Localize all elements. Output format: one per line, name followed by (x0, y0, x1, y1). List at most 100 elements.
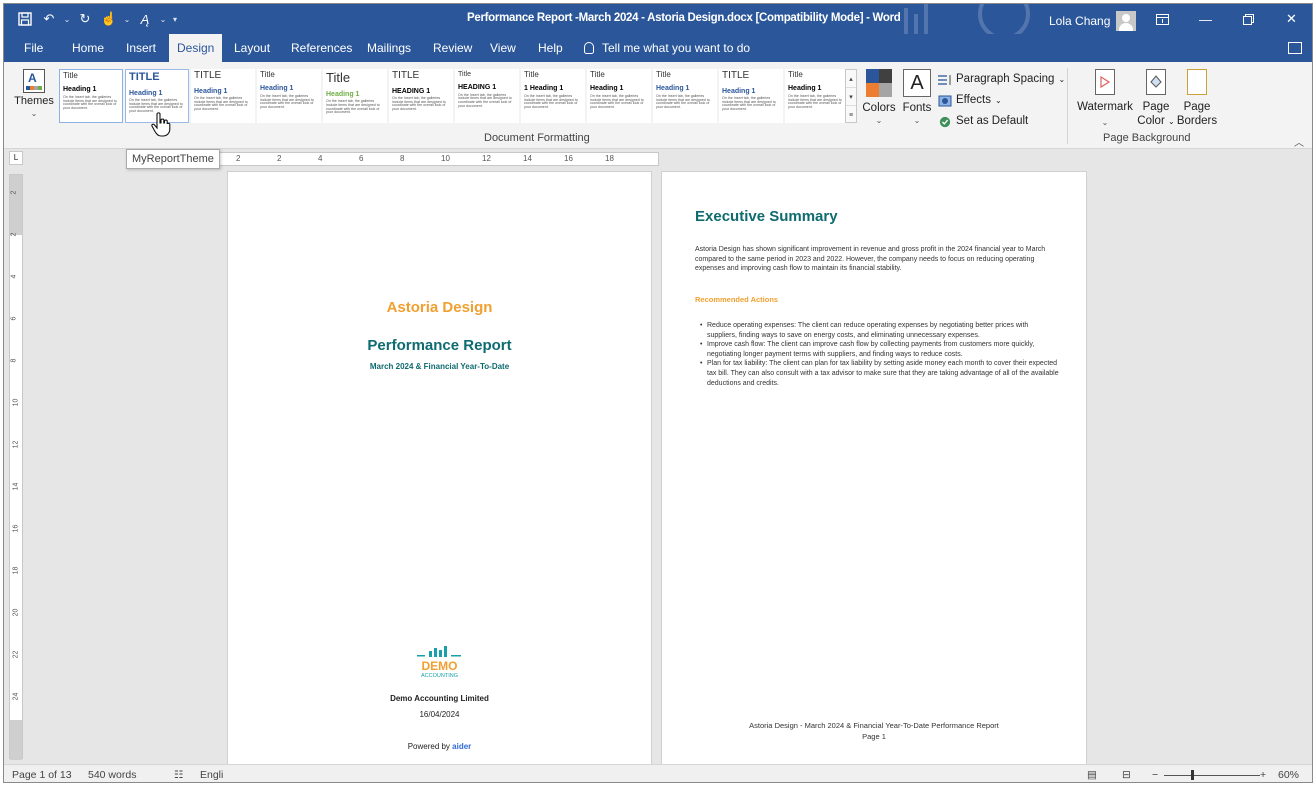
tab-layout[interactable]: Layout (226, 34, 278, 62)
tab-insert[interactable]: Insert (118, 34, 164, 62)
tab-selector[interactable]: L (9, 151, 23, 165)
proofing-icon[interactable]: ☷ (174, 769, 183, 781)
list-item: Improve cash flow: The client can improv… (700, 340, 1060, 359)
page-borders-label-1: Page (1183, 101, 1211, 113)
font-style-icon[interactable]: Ą (134, 9, 156, 29)
style-set-4[interactable]: Title Heading 1 On the Insert tab, the gal… (257, 69, 321, 123)
user-account[interactable]: Lola Chang (1049, 11, 1137, 31)
document-formatting-label: Document Formatting (484, 132, 590, 144)
lightbulb-icon (584, 42, 594, 54)
horizontal-ruler[interactable]: 2 2 4 6 8 10 12 14 16 18 (219, 152, 659, 166)
style-set-title: TITLE (194, 70, 222, 81)
ruler-tick-label: 22 (12, 650, 20, 659)
summary-paragraph: Astoria Design has shown significant imp… (695, 246, 1046, 273)
user-name: Lola Chang (1049, 14, 1111, 28)
style-set-body: On the Insert tab, the galleries include… (194, 95, 248, 112)
paragraph-spacing-button[interactable]: Paragraph Spacing ⌄ (938, 69, 1065, 90)
style-set-1[interactable]: Title Heading 1 On the Insert tab, the gal… (59, 69, 123, 123)
style-set-body: On the Insert tab, the galleries include… (392, 95, 446, 112)
zoom-in-icon[interactable]: + (1260, 769, 1266, 781)
undo-dropdown-icon[interactable]: ⌄ (62, 9, 72, 29)
print-layout-icon[interactable]: ▤ (1087, 769, 1097, 781)
style-set-10[interactable]: Title Heading 1 On the Insert tab, the gal… (653, 69, 717, 123)
gallery-more-icon[interactable]: ≡ (846, 106, 856, 124)
style-set-body: On the Insert tab, the galleries include… (656, 93, 710, 110)
tab-mailings[interactable]: Mailings (359, 34, 419, 62)
touch-mode-icon[interactable]: ☝ (98, 9, 120, 29)
avatar (1116, 11, 1137, 31)
tab-review[interactable]: Review (425, 34, 480, 62)
watermark-icon (1095, 69, 1115, 95)
tab-design[interactable]: Design (169, 34, 223, 62)
effects-button[interactable]: Effects ⌄ (938, 90, 1065, 111)
tab-file[interactable]: File (16, 34, 51, 62)
quick-access-toolbar: ↶ ⌄ ↻ ☝ ⌄ Ą ⌄ ▾ (14, 9, 180, 29)
zoom-slider[interactable] (1164, 775, 1260, 776)
web-layout-icon[interactable]: ⊟ (1122, 769, 1131, 781)
ruler-tick-label: 6 (10, 316, 18, 321)
themes-label: Themes (14, 95, 54, 107)
window-title: Performance Report -March 2024 - Astoria… (467, 12, 901, 24)
style-set-8[interactable]: Title 1 Heading 1 On the Insert tab, the g… (521, 69, 585, 123)
gallery-scroll[interactable]: ▴ ▾ ≡ (845, 69, 857, 123)
style-set-12[interactable]: Title Heading 1 On the Insert tab, the gal… (785, 69, 849, 123)
page-borders-button[interactable]: Page Borders (1174, 66, 1220, 128)
language-indicator[interactable]: Engli (200, 769, 223, 781)
effects-icon (938, 95, 952, 106)
style-set-body: On the Insert tab, the galleries include… (524, 93, 578, 110)
collapse-ribbon-icon[interactable]: ︿ (1294, 134, 1304, 149)
customize-qat-icon[interactable]: ▾ (170, 9, 180, 29)
tab-view[interactable]: View (482, 34, 524, 62)
font-dropdown-icon[interactable]: ⌄ (158, 9, 168, 29)
style-set-body: On the Insert tab, the galleries include… (326, 98, 380, 115)
design-ribbon: A Themes ⌄ Title Heading 1 On the Insert t… (4, 62, 1312, 149)
style-set-7[interactable]: Title HEADING 1 On the Insert tab, the gal… (455, 69, 519, 123)
style-set-title: TITLE (722, 70, 750, 81)
tab-help[interactable]: Help (530, 34, 571, 62)
page-executive-summary[interactable]: Executive Summary Astoria Design has sho… (661, 171, 1087, 774)
style-set-heading: 1 Heading 1 (524, 85, 564, 93)
style-set-body: On the Insert tab, the galleries include… (590, 93, 644, 110)
title-bar: ↶ ⌄ ↻ ☝ ⌄ Ą ⌄ ▾ Performance Report -Marc… (4, 4, 1312, 34)
word-window: ↶ ⌄ ↻ ☝ ⌄ Ą ⌄ ▾ Performance Report -Marc… (3, 3, 1313, 783)
colors-button[interactable]: Colors ⌄ (862, 66, 896, 125)
style-set-9[interactable]: Title Heading 1 On the Insert tab, the gal… (587, 69, 651, 123)
redo-icon[interactable]: ↻ (74, 9, 96, 29)
themes-button[interactable]: A Themes ⌄ (10, 66, 58, 128)
zoom-level[interactable]: 60% (1278, 769, 1299, 781)
style-set-5[interactable]: Title Heading 1 On the Insert tab, the gal… (323, 69, 387, 123)
zoom-out-icon[interactable]: − (1152, 769, 1158, 781)
undo-icon[interactable]: ↶ (38, 9, 60, 29)
watermark-button[interactable]: Watermark ⌄ (1076, 66, 1134, 130)
tab-home[interactable]: Home (64, 34, 112, 62)
vertical-ruler[interactable]: 2 2 4 6 8 10 12 14 16 18 20 22 24 (9, 174, 23, 760)
word-count[interactable]: 540 words (88, 769, 136, 781)
style-set-6[interactable]: TITLE HEADING 1 On the Insert tab, the gal… (389, 69, 453, 123)
minimize-icon[interactable]: — (1184, 4, 1227, 34)
tab-references[interactable]: References (283, 34, 360, 62)
tell-me-search[interactable]: Tell me what you want to do (584, 34, 750, 62)
comments-icon[interactable] (1288, 42, 1302, 54)
fonts-button[interactable]: A Fonts ⌄ (900, 66, 934, 125)
gallery-down-icon[interactable]: ▾ (846, 88, 856, 106)
close-icon[interactable]: ✕ (1270, 4, 1312, 34)
set-as-default-button[interactable]: Set as Default (938, 111, 1065, 132)
ribbon-display-options-icon[interactable] (1141, 4, 1184, 34)
list-item: Plan for tax liability: The client can p… (700, 359, 1060, 388)
save-icon[interactable] (14, 9, 36, 29)
page-cover[interactable]: Astoria Design Performance Report March … (227, 171, 652, 774)
group-divider (1067, 68, 1068, 144)
page-count[interactable]: Page 1 of 13 (12, 769, 72, 781)
style-set-title: Title (326, 70, 351, 85)
page-color-button[interactable]: Page Color ⌄ (1134, 66, 1178, 129)
style-set-title: TITLE (129, 71, 160, 83)
zoom-slider-knob[interactable] (1191, 770, 1194, 780)
chevron-down-icon: ⌄ (913, 116, 921, 125)
restore-icon[interactable] (1227, 4, 1270, 34)
gallery-up-icon[interactable]: ▴ (846, 70, 856, 88)
style-set-heading: Heading 1 (326, 90, 360, 98)
style-set-11[interactable]: TITLE Heading 1 On the Insert tab, the gal… (719, 69, 783, 123)
style-set-3[interactable]: TITLE Heading 1 On the Insert tab, the gal… (191, 69, 255, 123)
ruler-tick-label: 2 (10, 190, 18, 195)
touch-dropdown-icon[interactable]: ⌄ (122, 9, 132, 29)
